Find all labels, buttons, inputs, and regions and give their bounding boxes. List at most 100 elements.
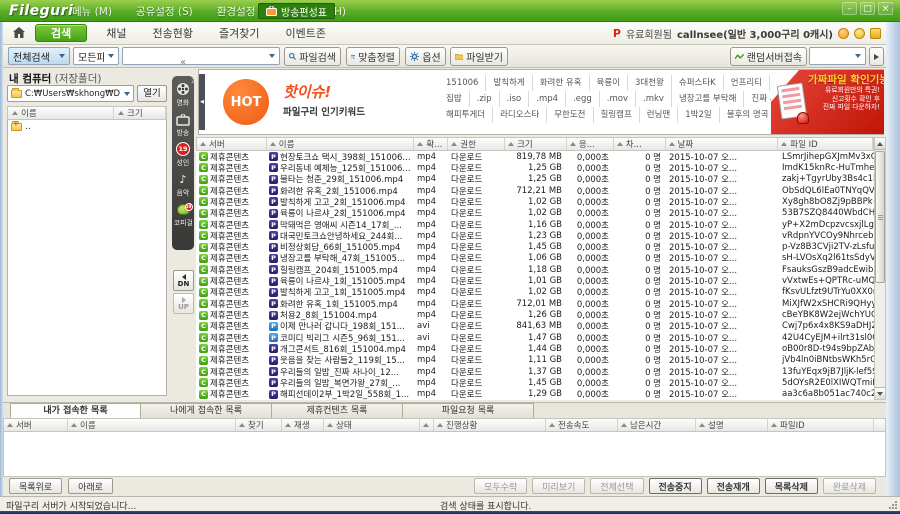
file-row[interactable]: C제휴콘텐츠P대국민토크쇼안녕하세요_244회...mp4다운로드1,23 GB… — [196, 230, 874, 241]
hot-keyword[interactable]: .mkv — [636, 91, 672, 107]
parent-folder-row[interactable]: .. — [8, 120, 166, 133]
scroll-up-button[interactable]: UP — [173, 293, 194, 314]
tab-2[interactable]: 전송현황 — [140, 22, 206, 45]
transfer-tab-3[interactable]: 파일요청 목록 — [403, 403, 534, 419]
hot-keyword[interactable]: 1박2일 — [678, 107, 719, 123]
hot-keyword[interactable]: 슈퍼스타K — [672, 75, 724, 91]
transfer-button-5[interactable]: 목록삭제 — [765, 478, 818, 494]
transfer-button-6[interactable]: 완료삭제 — [823, 478, 876, 494]
hot-keyword[interactable]: 진짜 사나이 — [744, 91, 771, 107]
transfer-button-3[interactable]: 전송중지 — [649, 478, 702, 494]
home-icon[interactable] — [13, 27, 25, 38]
file-row[interactable]: C제휴콘텐츠P현장토크쇼 택시_398회_151006...mp4다운로드819… — [196, 151, 874, 162]
transfer-column-header-3[interactable]: 재생 — [282, 419, 324, 431]
category-broadcast[interactable]: 방송 — [172, 111, 194, 138]
hot-keyword[interactable]: 151006 — [439, 75, 486, 91]
hot-keyword[interactable]: .zip — [470, 91, 500, 107]
file-row[interactable]: C제휴콘텐츠P냉장고를 부탁해_47회_151005...mp4다운로드1,06… — [196, 253, 874, 264]
hot-keyword[interactable]: .iso — [500, 91, 530, 107]
filetype-select[interactable]: 모든파일 — [73, 47, 119, 65]
column-header-0[interactable]: 서버 — [197, 138, 267, 150]
file-row[interactable]: C제휴콘텐츠P육룡이 나르샤_1회_151005.mp4mp4다운로드1,01 … — [196, 275, 874, 286]
menu-item[interactable]: 공유설정 (S) — [136, 4, 193, 19]
search-scope-select[interactable]: 전체검색 — [8, 47, 70, 65]
file-row[interactable]: C제휴콘텐츠P개그콘서트_816회_151004.mp4mp4다운로드1,44 … — [196, 343, 874, 354]
column-header-6[interactable]: 차... — [614, 138, 666, 150]
recharge-icon[interactable] — [870, 28, 881, 39]
hot-keyword[interactable]: .egg — [566, 91, 600, 107]
category-mascot[interactable]: 19 코피걸 — [172, 201, 194, 228]
file-row[interactable]: C제휴콘텐츠P우리동네 예체능_125회_151006...mp4다운로드1,2… — [196, 162, 874, 173]
transfer-column-header-2[interactable]: 찾기 — [236, 419, 282, 431]
menu-item[interactable]: 메뉴 (M) — [72, 4, 112, 19]
file-row[interactable]: C제휴콘텐츠P불타는 청춘_29회_151006.mp4mp4다운로드1,25 … — [196, 174, 874, 185]
hot-keyword[interactable]: .mov — [600, 91, 636, 107]
transfer-column-header-1[interactable]: 이름 — [68, 419, 236, 431]
open-folder-button[interactable]: 열기 — [137, 85, 167, 102]
receive-file-button[interactable]: 파일받기 — [450, 47, 508, 66]
hot-keyword[interactable]: 냉장고를 부탁해 — [672, 91, 744, 107]
file-row[interactable]: C제휴콘텐츠P막돼먹은 영애씨 시즌14_17회_...mp4다운로드1,16 … — [196, 219, 874, 230]
hot-keyword[interactable]: 3대천왕 — [628, 75, 672, 91]
column-header-3[interactable]: 권한 — [448, 138, 505, 150]
column-header-name[interactable]: 이름 — [8, 107, 114, 119]
hot-keyword[interactable]: 힐링캠프 — [594, 107, 640, 123]
transfer-column-header-8[interactable]: 남은시간 — [618, 419, 696, 431]
file-row[interactable]: C제휴콘텐츠P화려한 유혹_1회_151005.mp4mp4다운로드712,01… — [196, 298, 874, 309]
emoticon-icon[interactable] — [838, 28, 849, 39]
transfer-column-header-9[interactable]: 설명 — [696, 419, 768, 431]
transfer-tab-1[interactable]: 나에게 접속한 목록 — [141, 403, 272, 419]
column-header-1[interactable]: 이름 — [267, 138, 415, 150]
file-row[interactable]: C제휴콘텐츠P화려한 유혹_2회_151006.mp4mp4다운로드712,21… — [196, 185, 874, 196]
scrollbar-thumb[interactable] — [875, 151, 885, 283]
category-music[interactable]: ♪ 음악 — [172, 171, 194, 198]
hot-keyword[interactable]: 무한도전 — [547, 107, 593, 123]
transfer-tab-0[interactable]: 내가 접속한 목록 — [10, 403, 141, 419]
tab-0[interactable]: 검색 — [35, 24, 87, 42]
hot-keyword[interactable]: 언프리티 — [724, 75, 770, 91]
options-button[interactable]: 옵션 — [405, 47, 446, 66]
tab-4[interactable]: 이벤트존 — [272, 22, 338, 45]
column-header-4[interactable]: 크기 — [505, 138, 567, 150]
random-server-button[interactable]: 랜덤서버접속 — [730, 47, 807, 66]
resize-grip-icon[interactable] — [888, 500, 897, 509]
collapse-sidebar-icon[interactable]: « — [180, 57, 186, 68]
transfer-button-2[interactable]: 전체선택 — [590, 478, 643, 494]
hot-keyword[interactable]: .mp4 — [529, 91, 566, 107]
hot-keyword[interactable]: 집밥 — [439, 91, 470, 107]
category-movie[interactable]: 2 영화 — [172, 81, 194, 108]
connect-button[interactable] — [869, 47, 884, 66]
transfer-button-1[interactable]: 미리보기 — [532, 478, 585, 494]
hot-keyword[interactable]: 발칙하게 — [486, 75, 532, 91]
broadcast-schedule-button[interactable]: 방송편성표 — [258, 3, 335, 19]
transfer-column-header-7[interactable]: 전송속도 — [546, 419, 618, 431]
file-row[interactable]: C제휴콘텐츠P처용2_8회_151004.mp4mp4다운로드1,26 GB0,… — [196, 309, 874, 320]
membership-label[interactable]: 유료회원됨 — [626, 26, 672, 41]
banner-collapse-handle[interactable]: ◀ — [199, 74, 205, 130]
column-header-8[interactable]: 파일 ID — [778, 138, 873, 150]
list-move-button-0[interactable]: 목록위로 — [9, 478, 62, 494]
maximize-button[interactable]: □ — [860, 2, 875, 15]
hot-keyword[interactable]: 육룡이 — [590, 75, 628, 91]
category-adult[interactable]: 19 성인 — [172, 141, 194, 168]
hot-keyword[interactable]: 해피투게더 — [439, 107, 493, 123]
file-row[interactable]: C제휴콘텐츠P비정상회담_66회_151005.mp4mp4다운로드1,45 G… — [196, 242, 874, 253]
column-header-size[interactable]: 크기 — [114, 107, 166, 119]
column-header-7[interactable]: 날짜 — [666, 138, 779, 150]
ad-banner[interactable]: 가짜파일 확인기능 유료회원만의 특권! 신고횟수 확인 후 진짜 파일 다운하… — [771, 70, 884, 134]
file-row[interactable]: C제휴콘텐츠P우리들의 일밤_복면가왕_27회_...mp4다운로드1,45 G… — [196, 377, 874, 388]
results-scrollbar[interactable] — [874, 137, 886, 400]
transfer-column-header-4[interactable]: 상태 — [324, 419, 420, 431]
list-move-button-1[interactable]: 아래로 — [68, 478, 113, 494]
scroll-up-arrow[interactable] — [875, 138, 885, 150]
tab-3[interactable]: 즐겨찾기 — [206, 22, 272, 45]
file-row[interactable]: C제휴콘텐츠P힐링캠프_204회_151005.mp4mp4다운로드1,18 G… — [196, 264, 874, 275]
save-folder-path-select[interactable]: C:₩Users₩skhong₩Docur — [7, 85, 134, 102]
tab-1[interactable]: 채널 — [93, 22, 139, 45]
file-row[interactable]: C제휴콘텐츠P우리들의 일밤_진짜 사나이_12...mp4다운로드1,37 G… — [196, 366, 874, 377]
file-row[interactable]: C제휴콘텐츠P발칙하게 고고_2회_151006.mp4mp4다운로드1,02 … — [196, 196, 874, 207]
hot-keyword[interactable]: 불후의 명곡 — [720, 107, 771, 123]
search-input[interactable] — [122, 47, 280, 65]
transfer-column-header-0[interactable]: 서버 — [4, 419, 68, 431]
hot-keyword[interactable]: 화려한 유혹 — [533, 75, 590, 91]
